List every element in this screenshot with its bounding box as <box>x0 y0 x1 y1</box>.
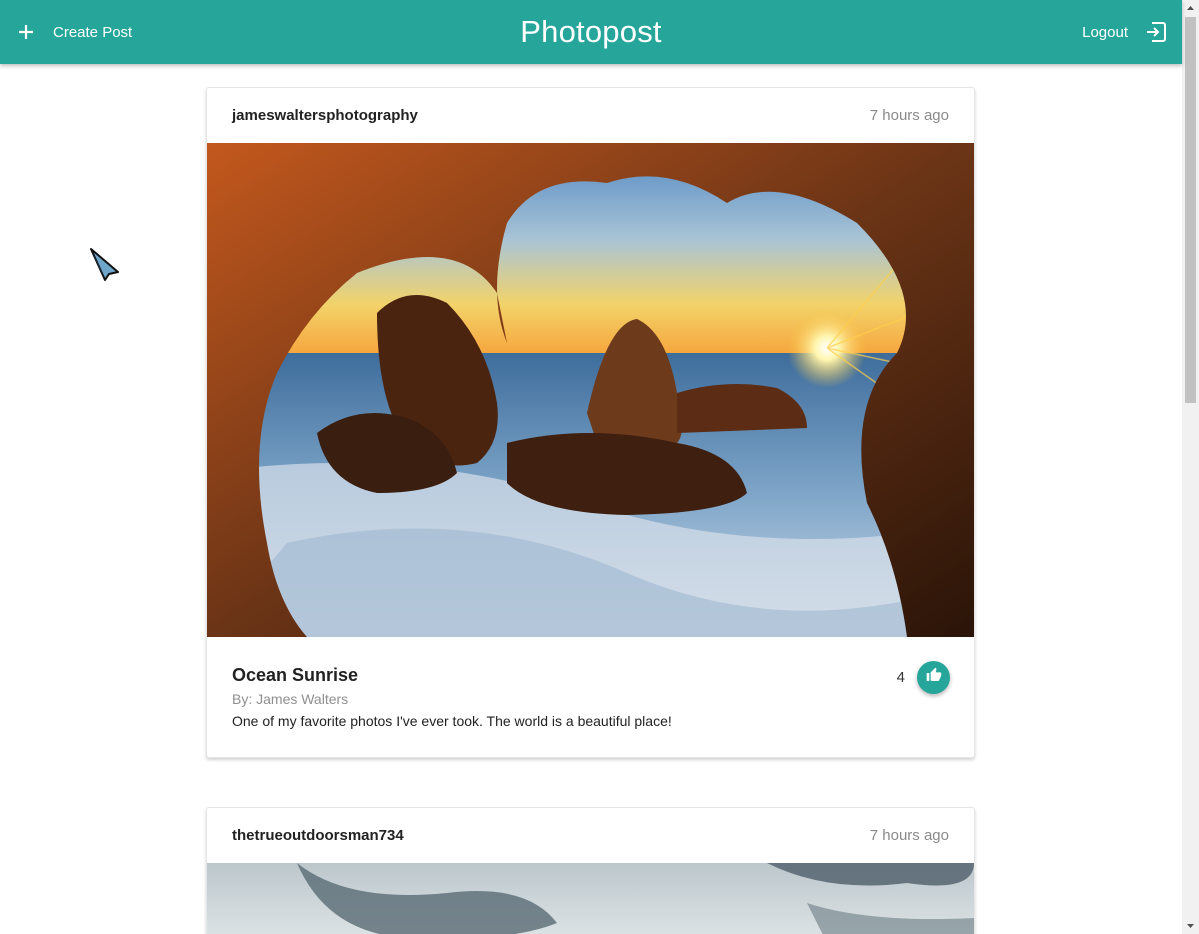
post-title: Ocean Sunrise <box>232 665 359 685</box>
post-card: jameswaltersphotography 7 hours ago Ocea… <box>206 87 975 758</box>
post-username[interactable]: thetrueoutdoorsman734 <box>232 827 404 844</box>
scroll-down-arrow-icon[interactable] <box>1182 917 1199 934</box>
logout-label: Logout <box>1082 23 1128 41</box>
post-time: 7 hours ago <box>869 827 949 844</box>
like-count: 4 <box>896 669 905 686</box>
scrollbar-thumb[interactable] <box>1185 17 1196 403</box>
app-title: Photopost <box>520 14 662 49</box>
post-header: thetrueoutdoorsman734 7 hours ago <box>207 808 974 863</box>
like-button[interactable] <box>917 661 950 694</box>
post-photo <box>207 143 974 637</box>
app-bar: Create Post Photopost Logout <box>0 0 1182 64</box>
logout-icon <box>1142 16 1170 48</box>
post-time: 7 hours ago <box>869 107 949 124</box>
page-scrollbar[interactable] <box>1182 0 1199 934</box>
post-card: thetrueoutdoorsman734 7 hours ago <box>206 807 975 934</box>
logout-button[interactable]: Logout <box>1082 16 1170 48</box>
post-author: By: James Walters <box>232 691 349 707</box>
mouse-cursor-icon <box>88 246 122 282</box>
post-header: jameswaltersphotography 7 hours ago <box>207 88 974 143</box>
post-description: One of my favorite photos I've ever took… <box>232 713 672 729</box>
post-username[interactable]: jameswaltersphotography <box>232 107 418 124</box>
post-photo <box>207 863 974 934</box>
scroll-up-arrow-icon[interactable] <box>1182 0 1199 17</box>
post-body: Ocean Sunrise By: James Walters One of m… <box>207 637 974 757</box>
thumb-up-icon <box>926 667 942 688</box>
